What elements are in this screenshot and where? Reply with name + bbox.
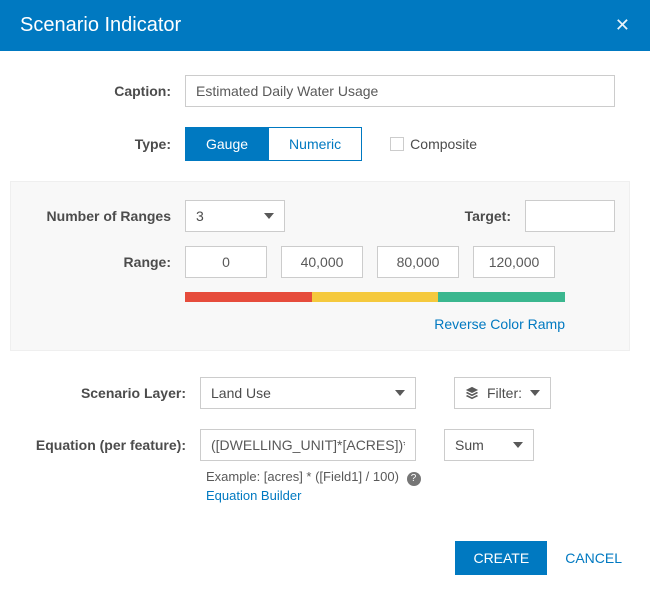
target-label: Target: — [465, 208, 511, 224]
filter-button[interactable]: Filter: — [454, 377, 551, 409]
cancel-button[interactable]: CANCEL — [565, 550, 622, 566]
scenario-layer-label: Scenario Layer: — [10, 385, 200, 401]
dialog-footer: CREATE CANCEL — [0, 523, 650, 599]
equation-example: Example: [acres] * ([Field1] / 100) ? — [206, 469, 630, 486]
layers-icon — [465, 386, 479, 400]
range-input-1[interactable] — [281, 246, 363, 278]
target-input[interactable] — [525, 200, 615, 232]
create-button[interactable]: CREATE — [455, 541, 547, 575]
close-icon[interactable]: ✕ — [615, 15, 630, 36]
chevron-down-icon — [264, 213, 274, 219]
help-icon[interactable]: ? — [407, 472, 421, 486]
ramp-segment-yellow — [312, 292, 439, 302]
type-toggle-group: Gauge Numeric — [185, 127, 362, 161]
checkbox-box-icon — [390, 137, 404, 151]
scenario-layer-select[interactable]: Land Use — [200, 377, 416, 409]
chevron-down-icon — [530, 390, 540, 396]
equation-builder-link[interactable]: Equation Builder — [206, 488, 630, 503]
type-toggle-numeric[interactable]: Numeric — [269, 127, 362, 161]
range-input-2[interactable] — [377, 246, 459, 278]
chevron-down-icon — [513, 442, 523, 448]
ramp-segment-green — [438, 292, 565, 302]
type-label: Type: — [10, 136, 185, 152]
equation-input[interactable] — [200, 429, 416, 461]
ranges-count-select[interactable]: 3 — [185, 200, 285, 232]
dialog-header: Scenario Indicator ✕ — [0, 0, 650, 51]
range-input-0[interactable] — [185, 246, 267, 278]
filter-label: Filter: — [487, 385, 522, 401]
caption-input[interactable] — [185, 75, 615, 107]
ranges-count-label: Number of Ranges — [15, 208, 185, 224]
dialog-title: Scenario Indicator — [20, 14, 181, 37]
range-label: Range: — [15, 254, 185, 270]
type-toggle-gauge[interactable]: Gauge — [185, 127, 269, 161]
chevron-down-icon — [395, 390, 405, 396]
aggregation-value: Sum — [455, 437, 484, 453]
composite-label: Composite — [410, 136, 477, 152]
ramp-segment-red — [185, 292, 312, 302]
composite-checkbox[interactable]: Composite — [390, 136, 477, 152]
scenario-layer-value: Land Use — [211, 385, 271, 401]
range-input-3[interactable] — [473, 246, 555, 278]
ranges-count-value: 3 — [196, 208, 204, 224]
caption-label: Caption: — [10, 83, 185, 99]
aggregation-select[interactable]: Sum — [444, 429, 534, 461]
ranges-panel: Number of Ranges 3 Target: Range: — [10, 181, 630, 351]
reverse-ramp-link[interactable]: Reverse Color Ramp — [434, 316, 565, 332]
color-ramp — [185, 292, 565, 302]
equation-label: Equation (per feature): — [10, 436, 200, 454]
